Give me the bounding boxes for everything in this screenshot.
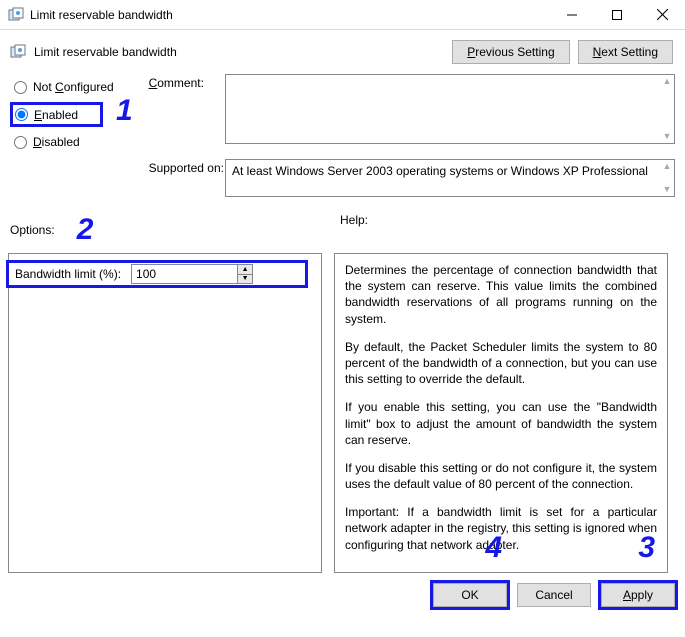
help-paragraph: If you enable this setting, you can use … [345,399,657,448]
help-paragraph: If you disable this setting or do not co… [345,460,657,492]
annotation-highlight-enabled: Enabled [10,102,103,127]
bandwidth-limit-label: Bandwidth limit (%): [15,267,121,281]
scroll-up-icon[interactable]: ▲ [662,77,672,86]
radio-not-configured-input[interactable] [14,81,27,94]
next-setting-button[interactable]: Next Setting [578,40,673,64]
comment-label: Comment: [149,74,225,90]
app-icon [8,7,24,23]
bandwidth-limit-input[interactable] [131,264,237,284]
policy-title: Limit reservable bandwidth [34,45,452,59]
radio-enabled-input[interactable] [15,108,28,121]
policy-header: Limit reservable bandwidth Previous Sett… [0,30,685,74]
dialog-footer: OK Cancel Apply [0,573,685,617]
bandwidth-limit-spinner[interactable]: ▲ ▼ [131,264,253,284]
spin-down-icon[interactable]: ▼ [238,275,252,284]
maximize-button[interactable] [594,0,639,30]
radio-disabled[interactable]: Disabled [10,131,149,153]
annotation-2: 2 [77,213,94,247]
help-panel: Determines the percentage of connection … [334,253,668,573]
options-label: Options: [10,223,55,237]
radio-label: Disabled [33,135,80,149]
radio-label: Enabled [34,108,78,122]
help-label: Help: [340,213,675,247]
comment-textarea[interactable]: ▲ ▼ [225,74,675,144]
radio-enabled[interactable]: Enabled [15,104,78,126]
help-paragraph: By default, the Packet Scheduler limits … [345,339,657,388]
scroll-down-icon[interactable]: ▼ [662,185,672,194]
ok-button[interactable]: OK [433,583,507,607]
previous-setting-button[interactable]: Previous Setting [452,40,569,64]
radio-not-configured[interactable]: Not Configured [10,76,149,98]
scroll-up-icon[interactable]: ▲ [662,162,672,171]
help-paragraph: Important: If a bandwidth limit is set f… [345,504,657,553]
close-button[interactable] [639,0,685,30]
supported-on-text: At least Windows Server 2003 operating s… [232,164,648,178]
apply-button[interactable]: Apply [601,583,675,607]
policy-icon [10,44,26,60]
cancel-button[interactable]: Cancel [517,583,591,607]
title-bar: Limit reservable bandwidth [0,0,685,30]
options-panel: Bandwidth limit (%): ▲ ▼ [8,253,322,573]
supported-on-box: At least Windows Server 2003 operating s… [225,159,675,197]
radio-label: Not Configured [33,80,114,94]
minimize-button[interactable] [549,0,594,30]
help-paragraph: Determines the percentage of connection … [345,262,657,327]
spin-up-icon[interactable]: ▲ [238,265,252,275]
annotation-highlight-bandwidth: Bandwidth limit (%): ▲ ▼ [6,260,308,288]
radio-disabled-input[interactable] [14,136,27,149]
scroll-down-icon[interactable]: ▼ [662,132,672,141]
supported-on-label: Supported on: [149,159,225,175]
window-title: Limit reservable bandwidth [30,8,549,22]
